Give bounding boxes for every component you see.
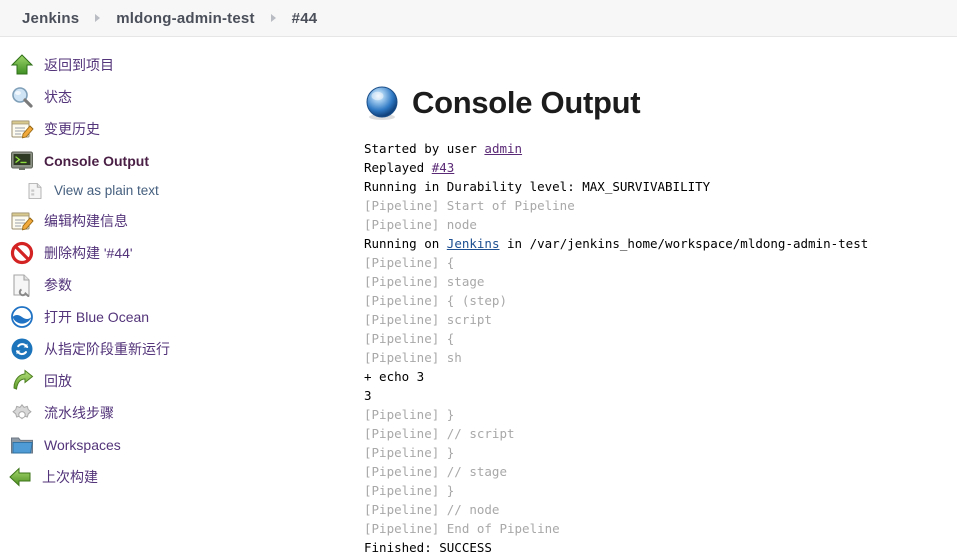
console-line: [Pipeline] // node: [364, 500, 957, 519]
console-line: [Pipeline] stage: [364, 272, 957, 291]
console-line: [Pipeline] End of Pipeline: [364, 519, 957, 538]
breadcrumb-item-job[interactable]: mldong-admin-test: [116, 10, 254, 27]
up-arrow-icon: [10, 53, 34, 77]
console-line: [Pipeline] }: [364, 481, 957, 500]
console-text: in /var/jenkins_home/workspace/mldong-ad…: [499, 236, 868, 251]
sidebar-item-label: 流水线步骤: [44, 405, 114, 421]
console-line: Replayed #43: [364, 158, 957, 177]
console-text: Replayed: [364, 160, 432, 175]
sidebar-item-12[interactable]: Workspaces: [0, 429, 360, 461]
console-link[interactable]: admin: [484, 141, 522, 156]
console-line: [Pipeline] script: [364, 310, 957, 329]
sidebar-item-label: 打开 Blue Ocean: [44, 309, 149, 325]
sidebar-tasks: 返回到项目状态变更历史 Console Output View as plain t…: [0, 37, 360, 493]
sidebar-item-label: 从指定阶段重新运行: [44, 341, 170, 357]
sidebar-item-label: 状态: [44, 89, 72, 105]
console-text: Started by user: [364, 141, 484, 156]
console-link[interactable]: #43: [432, 160, 455, 175]
sidebar-item-label: Console Output: [44, 153, 149, 169]
breadcrumb: Jenkins mldong-admin-test #44: [0, 0, 957, 37]
notepad-edit-icon: [10, 117, 34, 141]
console-line: [Pipeline] {: [364, 329, 957, 348]
sidebar-item-0[interactable]: 返回到项目: [0, 49, 360, 81]
console-text: Running on: [364, 236, 447, 251]
sidebar-item-label: 上次构建: [42, 469, 98, 485]
sidebar-item-3[interactable]: Console Output: [0, 145, 360, 177]
document-wrench-icon: [10, 273, 34, 297]
restart-stage-icon: [10, 337, 34, 361]
console-line: Started by user admin: [364, 139, 957, 158]
console-line: [Pipeline] { (step): [364, 291, 957, 310]
page-body: 返回到项目状态变更历史 Console Output View as plain t…: [0, 37, 957, 534]
sidebar-item-label: 参数: [44, 277, 72, 293]
document-icon: [26, 182, 44, 200]
console-line: Running in Durability level: MAX_SURVIVA…: [364, 177, 957, 196]
sidebar-item-13[interactable]: 上次构建: [0, 461, 360, 493]
notepad-edit-icon: [10, 209, 34, 233]
console-line: [Pipeline] }: [364, 405, 957, 424]
sidebar-item-label: Workspaces: [44, 437, 121, 453]
page-title: Console Output: [364, 85, 957, 121]
breadcrumb-separator-icon: [95, 14, 100, 22]
sidebar-item-8[interactable]: 打开 Blue Ocean: [0, 301, 360, 333]
sidebar-item-2[interactable]: 变更历史: [0, 113, 360, 145]
page-title-text: Console Output: [412, 85, 640, 121]
sidebar-item-label: 回放: [44, 373, 72, 389]
blue-ball-status-icon: [364, 85, 400, 121]
sidebar-item-1[interactable]: 状态: [0, 81, 360, 113]
sidebar-item-label: 变更历史: [44, 121, 100, 137]
sidebar-item-6[interactable]: 删除构建 '#44': [0, 237, 360, 269]
console-line: [Pipeline] {: [364, 253, 957, 272]
main-content: Console Output Started by user adminRepl…: [360, 37, 957, 557]
sidebar-item-11[interactable]: 流水线步骤: [0, 397, 360, 429]
sidebar-item-label: 删除构建 '#44': [44, 245, 133, 261]
sidebar-item-10[interactable]: 回放: [0, 365, 360, 397]
sidebar-item-label: 返回到项目: [44, 57, 114, 73]
delete-forbidden-icon: [10, 241, 34, 265]
sidebar-item-label: View as plain text: [54, 183, 159, 199]
magnifier-icon: [10, 85, 34, 109]
replay-arrow-icon: [10, 369, 34, 393]
console-line: [Pipeline] // script: [364, 424, 957, 443]
console-line: [Pipeline] // stage: [364, 462, 957, 481]
terminal-icon: [10, 149, 34, 173]
blue-ocean-icon: [10, 305, 34, 329]
sidebar-item-label: 编辑构建信息: [44, 213, 128, 229]
console-link[interactable]: Jenkins: [447, 236, 500, 251]
sidebar-item-4[interactable]: View as plain text: [0, 177, 360, 205]
console-line: [Pipeline] node: [364, 215, 957, 234]
breadcrumb-separator-icon: [271, 14, 276, 22]
console-line: Finished: SUCCESS: [364, 538, 957, 557]
console-line: [Pipeline] sh: [364, 348, 957, 367]
sidebar-item-7[interactable]: 参数: [0, 269, 360, 301]
console-output-log: Started by user adminReplayed #43Running…: [364, 139, 957, 557]
breadcrumb-item-jenkins[interactable]: Jenkins: [22, 10, 79, 27]
folder-icon: [10, 433, 34, 457]
sidebar-item-5[interactable]: 编辑构建信息: [0, 205, 360, 237]
console-line: [Pipeline] }: [364, 443, 957, 462]
console-line: Running on Jenkins in /var/jenkins_home/…: [364, 234, 957, 253]
sidebar-item-9[interactable]: 从指定阶段重新运行: [0, 333, 360, 365]
left-arrow-icon: [8, 465, 32, 489]
gear-icon: [10, 401, 34, 425]
console-line: + echo 3: [364, 367, 957, 386]
console-line: [Pipeline] Start of Pipeline: [364, 196, 957, 215]
console-line: 3: [364, 386, 957, 405]
breadcrumb-item-build[interactable]: #44: [292, 10, 318, 27]
